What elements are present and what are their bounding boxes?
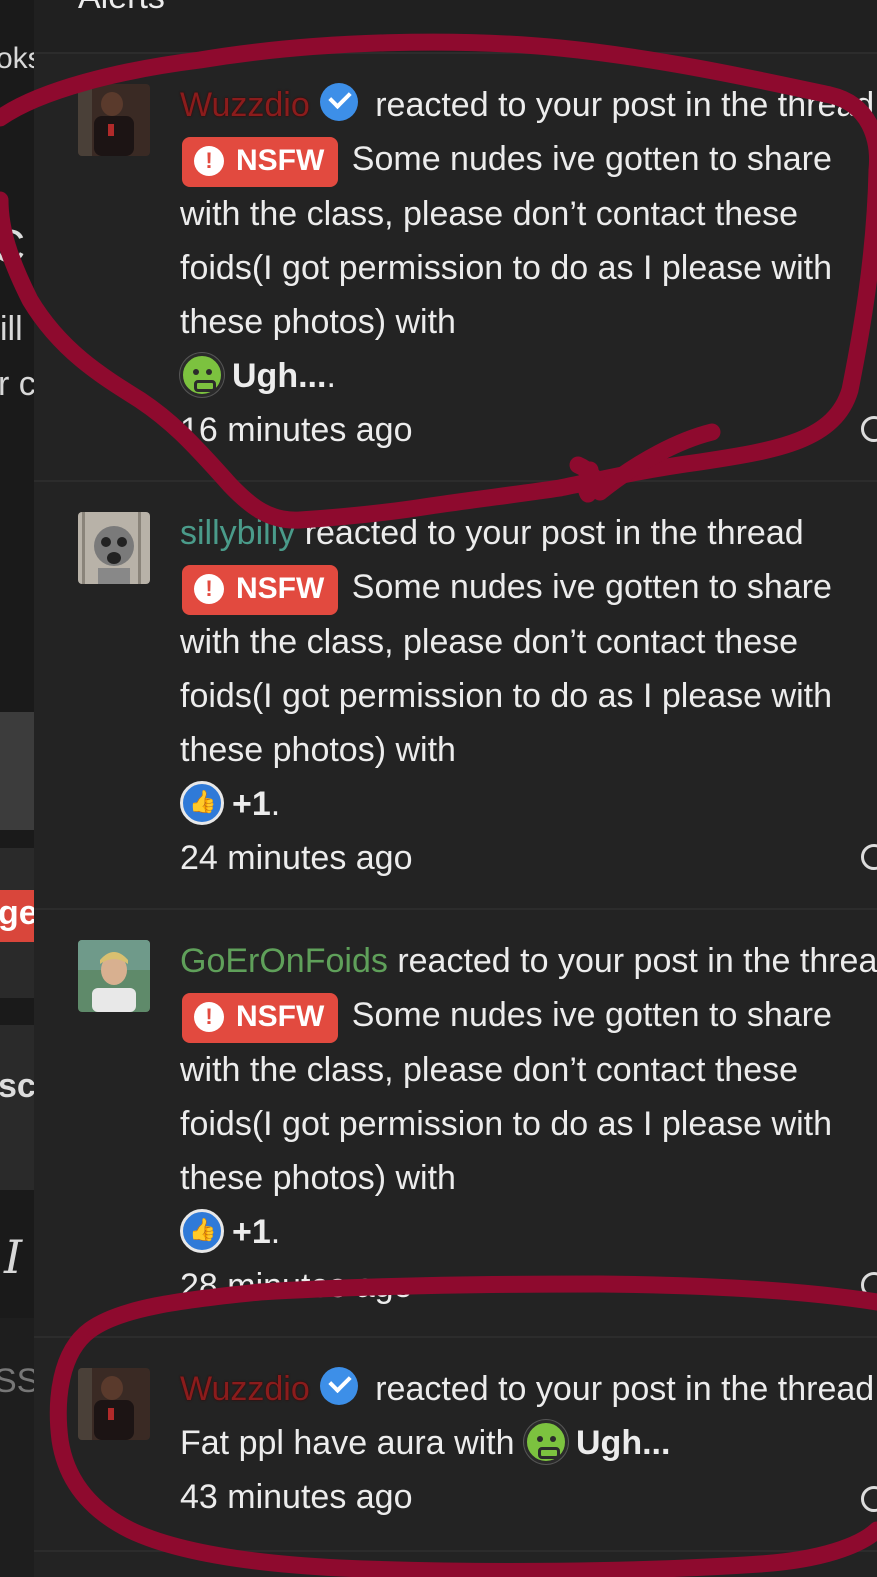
nsfw-tag[interactable]: ! NSFW bbox=[182, 993, 339, 1043]
alerts-panel: Alerts Wuzzdio reacted to your post in t… bbox=[34, 0, 877, 1577]
alert-timestamp: 28 minutes ago bbox=[180, 1267, 413, 1305]
alert-timestamp: 43 minutes ago bbox=[180, 1478, 413, 1516]
sick-face-icon bbox=[524, 1420, 568, 1464]
nsfw-tag[interactable]: ! NSFW bbox=[182, 137, 339, 187]
alert-item[interactable]: Wuzzdio reacted to your post in the thre… bbox=[34, 1340, 877, 1552]
alert-action: reacted to your post in the thread bbox=[375, 1370, 875, 1408]
background-red-tab: ge bbox=[0, 890, 36, 942]
user-avatar[interactable] bbox=[78, 84, 150, 156]
username-link[interactable]: Wuzzdio bbox=[180, 86, 310, 124]
alert-item[interactable]: GoErOnFoids reacted to your post in the … bbox=[34, 912, 877, 1338]
alert-with: with bbox=[395, 1159, 456, 1197]
background-text-fragment: ill bbox=[0, 310, 23, 348]
alert-action: reacted to your post in the thread bbox=[375, 86, 875, 124]
alert-with: with bbox=[454, 1424, 515, 1462]
alert-with: with bbox=[395, 303, 456, 341]
verified-badge-icon bbox=[319, 83, 358, 121]
background-text-fragment: sc bbox=[0, 1067, 36, 1105]
alert-item[interactable]: Wuzzdio reacted to your post in the thre… bbox=[34, 56, 877, 482]
alert-timestamp: 16 minutes ago bbox=[180, 411, 413, 449]
sick-face-icon bbox=[180, 353, 224, 397]
reaction-name: Ugh... bbox=[576, 1424, 671, 1462]
reaction-name: +1 bbox=[232, 785, 271, 823]
alert-text: Wuzzdio reacted to your post in the thre… bbox=[180, 1362, 877, 1524]
username-link[interactable]: Wuzzdio bbox=[180, 1370, 310, 1408]
background-panel-block bbox=[0, 712, 36, 830]
alerts-header: Alerts bbox=[34, 0, 877, 54]
alert-action: reacted to your post in the thread bbox=[397, 942, 877, 980]
alert-text: Wuzzdio reacted to your post in the thre… bbox=[180, 78, 877, 457]
exclamation-icon: ! bbox=[194, 1002, 224, 1032]
background-page-strip: oks C ill r c ge sc I SS bbox=[0, 0, 36, 1577]
background-panel-block: SS bbox=[0, 1318, 36, 1577]
user-avatar[interactable] bbox=[78, 512, 150, 584]
exclamation-icon: ! bbox=[194, 146, 224, 176]
reaction-name: Ugh... bbox=[232, 357, 327, 395]
alert-text: sillybilly reacted to your post in the t… bbox=[180, 506, 877, 885]
alert-item[interactable]: sillybilly reacted to your post in the t… bbox=[34, 484, 877, 910]
background-text-fragment: SS bbox=[0, 1362, 36, 1400]
italic-button-icon: I bbox=[4, 1230, 23, 1284]
thread-title-link[interactable]: Fat ppl have aura bbox=[180, 1424, 445, 1462]
background-glyph: C bbox=[0, 220, 26, 272]
thumbs-up-icon bbox=[180, 1209, 224, 1253]
alert-timestamp: 24 minutes ago bbox=[180, 839, 413, 877]
alerts-title: Alerts bbox=[78, 0, 165, 17]
user-avatar[interactable] bbox=[78, 1368, 150, 1440]
background-text-fragment: r c bbox=[0, 365, 36, 403]
verified-badge-icon bbox=[319, 1367, 358, 1405]
alert-action: reacted to your post in the thread bbox=[304, 514, 804, 552]
alert-text: GoErOnFoids reacted to your post in the … bbox=[180, 934, 877, 1313]
background-text-fragment: ge bbox=[0, 894, 36, 932]
reaction-name: +1 bbox=[232, 1213, 271, 1251]
user-avatar[interactable] bbox=[78, 940, 150, 1012]
background-text-fragment: oks bbox=[0, 42, 36, 75]
nsfw-tag[interactable]: ! NSFW bbox=[182, 565, 339, 615]
username-link[interactable]: sillybilly bbox=[180, 514, 295, 552]
username-link[interactable]: GoErOnFoids bbox=[180, 942, 388, 980]
background-panel-block: sc bbox=[0, 1025, 36, 1190]
exclamation-icon: ! bbox=[194, 574, 224, 604]
alert-with: with bbox=[395, 731, 456, 769]
thumbs-up-icon bbox=[180, 781, 224, 825]
